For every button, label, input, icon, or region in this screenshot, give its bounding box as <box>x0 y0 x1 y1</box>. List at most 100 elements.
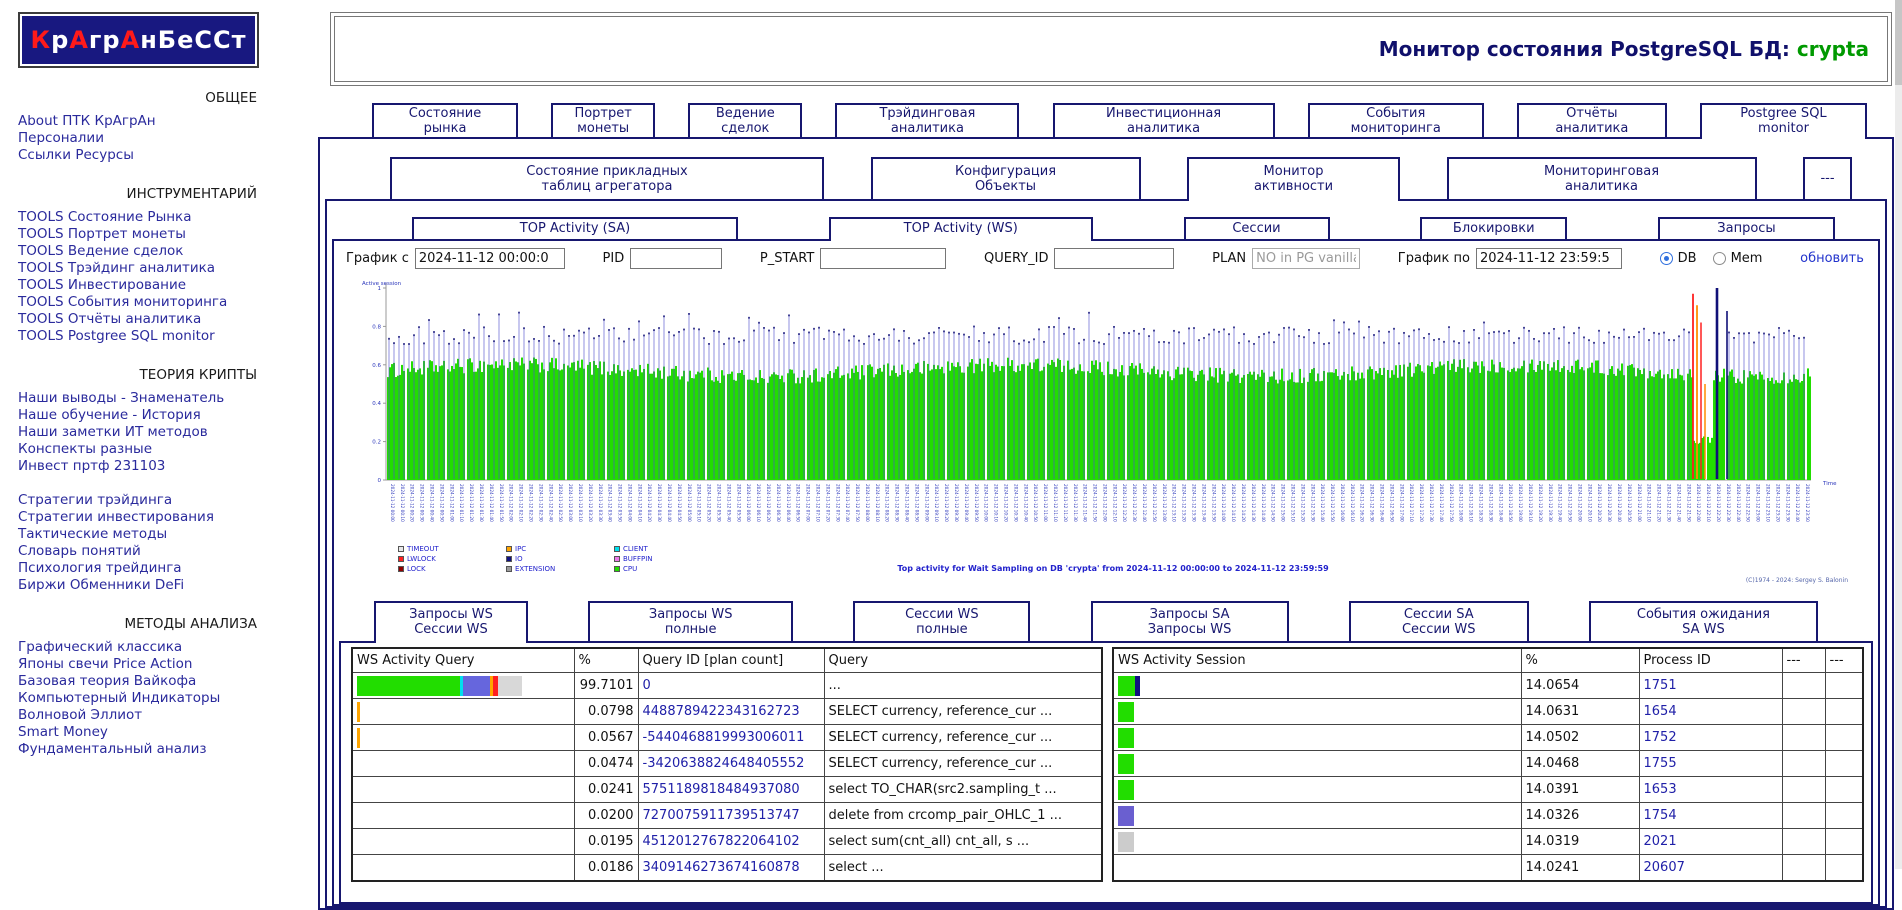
sidebar-link[interactable]: TOOLS Портрет монеты <box>18 226 315 243</box>
tab-label: monitor <box>1758 121 1809 137</box>
sidebar-link[interactable]: About ПТК КрАгрАн <box>18 113 315 130</box>
svg-text:2024-11-12 03:20: 2024-11-12 03:20 <box>588 484 593 522</box>
pid-input[interactable] <box>630 248 722 269</box>
table-header-row: WS Activity Query%Query ID [plan count]Q… <box>352 648 1102 673</box>
bar-segment <box>1118 806 1134 826</box>
svg-text:2024-11-12 22:10: 2024-11-12 22:10 <box>1706 484 1711 522</box>
sidebar-link[interactable]: TOOLS Трэйдинг аналитика <box>18 260 315 277</box>
tab-monitor-1[interactable]: Состояние прикладныхтаблиц агрегатора <box>390 157 824 201</box>
tab-activity-5[interactable]: Запросы <box>1658 217 1835 241</box>
query-id-link[interactable]: 3409146273674160878 <box>643 860 800 875</box>
svg-text:0.4: 0.4 <box>372 401 381 407</box>
query-id-link[interactable]: 0 <box>643 678 651 693</box>
sidebar-link[interactable]: Фундаментальный анализ <box>18 741 315 758</box>
sidebar-link[interactable]: Ссылки Ресурсы <box>18 147 315 164</box>
tab-activity-4[interactable]: Блокировки <box>1420 217 1567 241</box>
vertical-scrollbar[interactable] <box>1895 0 1902 869</box>
sidebar-link[interactable]: TOOLS Ведение сделок <box>18 243 315 260</box>
radio-mem[interactable]: Mem <box>1713 251 1763 266</box>
process-id-link[interactable]: 20607 <box>1644 860 1685 875</box>
process-id-link[interactable]: 1653 <box>1644 782 1677 797</box>
process-id-link[interactable]: 1754 <box>1644 808 1677 823</box>
sidebar-link[interactable]: Наше обучение - История <box>18 407 315 424</box>
tab-main-7[interactable]: Отчётыаналитика <box>1517 103 1667 139</box>
sidebar-link[interactable]: TOOLS Инвестирование <box>18 277 315 294</box>
svg-text:2024-11-12 09:20: 2024-11-12 09:20 <box>944 484 949 522</box>
sidebar-link[interactable]: Наши выводы - Знаменатель <box>18 390 315 407</box>
bar-segment <box>357 728 360 748</box>
query-id-link[interactable]: 5751189818484937080 <box>643 782 800 797</box>
p-start-input[interactable] <box>820 248 946 269</box>
chart-from-input[interactable] <box>415 248 565 269</box>
sidebar-link[interactable]: TOOLS Отчёты аналитика <box>18 311 315 328</box>
radio-db[interactable]: DB <box>1660 251 1697 266</box>
sidebar-link[interactable]: Компьютерный Индикаторы <box>18 690 315 707</box>
radio-mem-control[interactable] <box>1713 252 1726 265</box>
scrollbar-thumb[interactable] <box>1895 0 1902 85</box>
chart-to-input[interactable] <box>1476 248 1622 269</box>
query-id-link[interactable]: -3420638824648405552 <box>643 756 805 771</box>
tab-main-8[interactable]: Postgree SQLmonitor <box>1700 103 1867 139</box>
tab-activity-2[interactable]: TOP Activity (WS) <box>829 217 1093 241</box>
query-id-cell: -3420638824648405552 <box>638 751 824 777</box>
tab-result-6[interactable]: События ожиданияSA WS <box>1589 601 1818 643</box>
sidebar-link[interactable]: Психология трейдинга <box>18 560 315 577</box>
sidebar-link[interactable]: Тактические методы <box>18 526 315 543</box>
process-id-link[interactable]: 1755 <box>1644 756 1677 771</box>
sidebar-link[interactable]: Базовая теория Вайкофа <box>18 673 315 690</box>
sidebar-link[interactable]: Стратегии инвестирования <box>18 509 315 526</box>
sidebar-link[interactable]: Персоналии <box>18 130 315 147</box>
sidebar-link[interactable]: Наши заметки ИТ методов <box>18 424 315 441</box>
sidebar-link[interactable]: Графический классика <box>18 639 315 656</box>
tab-result-5[interactable]: Сессии SAСессии WS <box>1349 601 1529 643</box>
query-id-link[interactable]: 7270075911739513747 <box>643 808 800 823</box>
tab-main-3[interactable]: Ведениесделок <box>688 103 802 139</box>
table-row: 0.01863409146273674160878select ... <box>352 855 1102 881</box>
sidebar-link[interactable]: TOOLS Postgree SQL monitor <box>18 328 315 345</box>
tab-label: рынка <box>424 121 467 137</box>
svg-text:2024-11-12 11:30: 2024-11-12 11:30 <box>1073 484 1078 522</box>
radio-db-control[interactable] <box>1660 252 1673 265</box>
tab-main-5[interactable]: Инвестиционнаяаналитика <box>1053 103 1275 139</box>
tab-result-1[interactable]: Запросы WSСессии WS <box>374 601 528 643</box>
tab-main-4[interactable]: Трэйдинговаяаналитика <box>835 103 1019 139</box>
sidebar-link[interactable]: Smart Money <box>18 724 315 741</box>
query-id-link[interactable]: 4488789422343162723 <box>643 704 800 719</box>
tab-main-1[interactable]: Состояниерынка <box>372 103 518 139</box>
tab-monitor-3[interactable]: Мониторактивности <box>1187 157 1400 201</box>
process-id-link[interactable]: 2021 <box>1644 834 1677 849</box>
svg-text:2024-11-12 01:10: 2024-11-12 01:10 <box>459 484 464 522</box>
activity-bar-cell <box>352 699 574 725</box>
tab-monitor-5[interactable]: --- <box>1803 157 1852 201</box>
query-id-cell: 4512012767822064102 <box>638 829 824 855</box>
tab-main-2[interactable]: Портретмонеты <box>551 103 655 139</box>
tab-result-4[interactable]: Запросы SAЗапросы WS <box>1091 601 1289 643</box>
svg-text:2024-11-12 05:50: 2024-11-12 05:50 <box>736 484 741 522</box>
tab-main-6[interactable]: Событиямониторинга <box>1308 103 1484 139</box>
sidebar-link[interactable]: Стратегии трэйдинга <box>18 492 315 509</box>
sidebar-link[interactable]: Биржи Обменники DeFi <box>18 577 315 594</box>
query-id-link[interactable]: 4512012767822064102 <box>643 834 800 849</box>
sidebar-link[interactable]: Волновой Эллиот <box>18 707 315 724</box>
sidebar-link[interactable]: TOOLS Состояние Рынка <box>18 209 315 226</box>
process-id-link[interactable]: 1751 <box>1644 678 1677 693</box>
process-id-link[interactable]: 1654 <box>1644 704 1677 719</box>
tab-activity-1[interactable]: TOP Activity (SA) <box>412 217 738 241</box>
tab-result-2[interactable]: Запросы WSполные <box>588 601 793 643</box>
process-id-link[interactable]: 1752 <box>1644 730 1677 745</box>
tab-result-3[interactable]: Сессии WSполные <box>853 601 1030 643</box>
tab-monitor-4[interactable]: Мониторинговаяаналитика <box>1447 157 1757 201</box>
sidebar-link[interactable]: Японы свечи Price Action <box>18 656 315 673</box>
sidebar-link[interactable]: TOOLS События мониторинга <box>18 294 315 311</box>
sidebar-link[interactable]: Конспекты разные <box>18 441 315 458</box>
tab-activity-3[interactable]: Сессии <box>1184 217 1330 241</box>
top-activity-ws-panel: График с PID P_START QUERY_ID <box>332 239 1880 906</box>
query-id-link[interactable]: -5440468819993006011 <box>643 730 805 745</box>
tab-monitor-2[interactable]: КонфигурацияОбъекты <box>871 157 1141 201</box>
sidebar-link[interactable]: Словарь понятий <box>18 543 315 560</box>
query-id-input[interactable] <box>1054 248 1174 269</box>
refresh-link[interactable]: обновить <box>1800 251 1864 266</box>
sidebar-link[interactable]: Инвест пртф 231103 <box>18 458 315 475</box>
svg-text:2024-11-12 06:50: 2024-11-12 06:50 <box>796 484 801 522</box>
svg-text:2024-11-12 02:20: 2024-11-12 02:20 <box>528 484 533 522</box>
